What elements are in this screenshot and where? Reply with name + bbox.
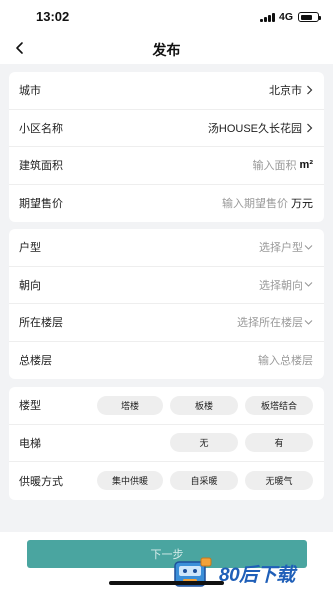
chevron-down-icon (304, 282, 313, 288)
basic-info-card: 城市 北京市 小区名称 汤HOUSE久长花园 建筑面积 输入面积 m² 期望售价… (9, 72, 324, 222)
heating-option[interactable]: 自采暖 (170, 471, 238, 491)
status-bar: 13:02 4G (0, 0, 333, 34)
orientation-placeholder: 选择朝向 (259, 279, 303, 292)
elevator-option[interactable]: 有 (245, 433, 313, 453)
chevron-down-icon (304, 319, 313, 325)
price-unit: 万元 (291, 198, 313, 211)
battery-icon (298, 12, 321, 22)
elevator-label: 电梯 (19, 437, 41, 450)
elevator-option[interactable]: 无 (170, 433, 238, 453)
city-label: 城市 (19, 85, 41, 98)
total-floors-row: 总楼层 输入总楼层 (9, 342, 324, 380)
heating-option[interactable]: 集中供暖 (97, 471, 163, 491)
layout-label: 户型 (19, 242, 41, 255)
watermark-text: 80后下载 (219, 564, 295, 586)
total-floors-label: 总楼层 (19, 355, 52, 368)
heating-row: 供暖方式 集中供暖 自采暖 无暖气 (9, 462, 324, 500)
price-placeholder: 输入期望售价 (222, 198, 288, 211)
total-floors-placeholder: 输入总楼层 (258, 355, 313, 368)
nav-bar: 发布 (0, 34, 333, 64)
heating-label: 供暖方式 (19, 475, 63, 488)
building-type-option[interactable]: 塔楼 (97, 395, 163, 415)
network-type: 4G (278, 11, 293, 23)
area-row: 建筑面积 输入面积 m² (9, 147, 324, 185)
floor-placeholder: 选择所在楼层 (237, 317, 303, 330)
house-detail-card: 户型 选择户型 朝向 选择朝向 所在楼层 选择所在楼层 总楼层 输入总楼层 (9, 229, 324, 379)
building-type-option[interactable]: 板塔结合 (245, 395, 313, 415)
chevron-right-icon (307, 123, 313, 133)
city-value: 北京市 (269, 85, 302, 98)
floor-row[interactable]: 所在楼层 选择所在楼层 (9, 304, 324, 342)
community-label: 小区名称 (19, 122, 63, 135)
page-title: 发布 (152, 42, 181, 58)
price-row: 期望售价 输入期望售价 万元 (9, 185, 324, 223)
heating-option[interactable]: 无暖气 (245, 471, 313, 491)
area-label: 建筑面积 (19, 160, 63, 173)
orientation-row[interactable]: 朝向 选择朝向 (9, 267, 324, 304)
chevron-down-icon (304, 244, 313, 250)
floor-label: 所在楼层 (19, 317, 63, 330)
building-type-label: 楼型 (19, 400, 41, 413)
building-type-option[interactable]: 板楼 (170, 395, 238, 415)
area-unit: m² (299, 159, 313, 172)
community-value: 汤HOUSE久长花园 (207, 122, 302, 135)
area-placeholder: 输入面积 (252, 160, 297, 173)
building-options-card: 楼型 塔楼 板楼 板塔结合 电梯 无 有 供暖方式 集中供暖 自采暖 无暖气 (9, 387, 324, 500)
status-indicators: 4G (260, 11, 321, 23)
price-label: 期望售价 (19, 198, 63, 211)
status-time: 13:02 (36, 9, 70, 24)
elevator-row: 电梯 无 有 (9, 425, 324, 462)
community-row[interactable]: 小区名称 汤HOUSE久长花园 (9, 110, 324, 147)
city-row[interactable]: 城市 北京市 (9, 72, 324, 110)
price-input[interactable]: 输入期望售价 万元 (222, 195, 313, 211)
building-type-row: 楼型 塔楼 板楼 板塔结合 (9, 387, 324, 425)
chevron-right-icon (307, 85, 313, 95)
total-floors-input[interactable]: 输入总楼层 (258, 352, 313, 368)
orientation-label: 朝向 (19, 279, 41, 292)
layout-placeholder: 选择户型 (259, 242, 303, 255)
home-indicator (109, 581, 224, 585)
area-input[interactable]: 输入面积 m² (253, 157, 313, 173)
layout-row[interactable]: 户型 选择户型 (9, 229, 324, 267)
signal-icon (260, 12, 275, 22)
